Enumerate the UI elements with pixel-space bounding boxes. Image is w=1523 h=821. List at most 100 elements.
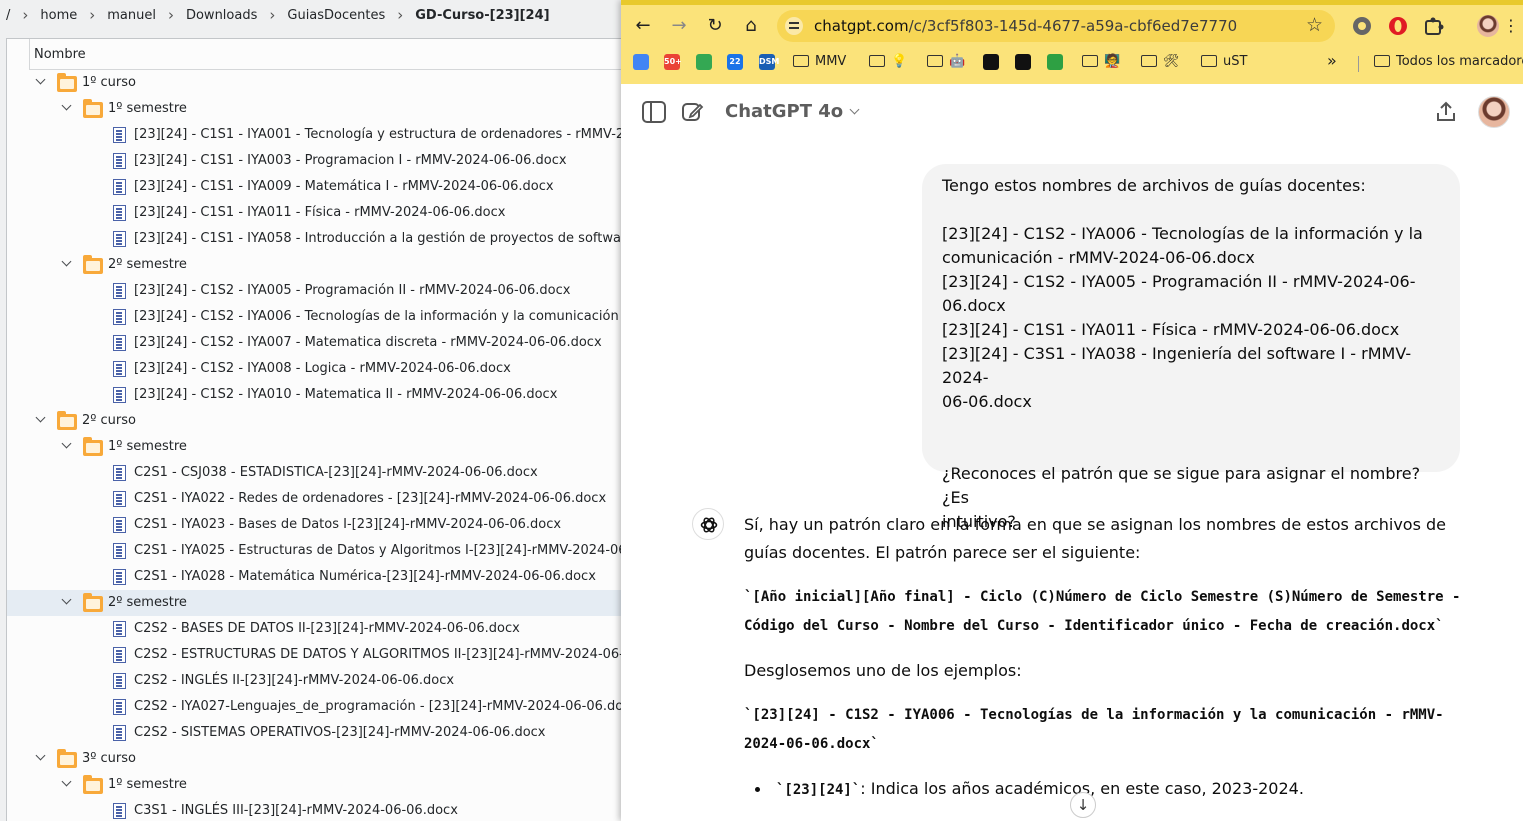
assistant-message: Sí, hay un patrón claro en la forma en q…: [744, 511, 1469, 804]
breadcrumb-home[interactable]: home: [34, 8, 83, 23]
model-selector[interactable]: ChatGPT 4o: [725, 101, 860, 122]
bookmark-calendar[interactable]: 22: [727, 54, 749, 74]
document-icon: [113, 153, 126, 169]
folder-label: 1º semestre: [108, 439, 187, 454]
bookmark-drive[interactable]: [696, 54, 718, 74]
more-menu-icon[interactable]: ⋮: [1503, 14, 1519, 38]
bookmark-folder[interactable]: 🤖: [927, 54, 965, 74]
tree-file-row[interactable]: [23][24] - C1S1 - IYA003 - Programacion …: [7, 148, 647, 174]
screen: / › home › manuel › Downloads › GuiasDoc…: [0, 0, 1523, 821]
bookmark-gmail[interactable]: 50+: [664, 54, 686, 74]
forward-arrow-icon[interactable]: →: [667, 14, 691, 38]
breadcrumb-manuel[interactable]: manuel: [101, 8, 162, 23]
extensions-puzzle-icon[interactable]: [1423, 15, 1445, 37]
file-label: [23][24] - C1S2 - IYA010 - Matematica II…: [134, 387, 558, 402]
tree-file-row[interactable]: C2S1 - IYA022 - Redes de ordenadores - […: [7, 486, 647, 512]
document-icon: [113, 647, 126, 663]
tree-folder-row[interactable]: 2º semestre: [7, 590, 647, 616]
home-icon[interactable]: ⌂: [739, 14, 763, 38]
tree-file-row[interactable]: [23][24] - C1S2 - IYA010 - Matematica II…: [7, 382, 647, 408]
user-message-line: [23][24] - C1S2 - IYA006 - Tecnologías d…: [942, 224, 1423, 243]
document-icon: [113, 517, 126, 533]
tree-file-row[interactable]: [23][24] - C1S2 - IYA008 - Logica - rMMV…: [7, 356, 647, 382]
bookmark-google[interactable]: [633, 54, 655, 74]
bookmark-folder[interactable]: 💡: [869, 54, 907, 74]
bookmark-github-green[interactable]: [1047, 54, 1069, 74]
breadcrumb-root[interactable]: /: [0, 8, 16, 23]
folder-icon: [869, 54, 885, 67]
bookmark-folder[interactable]: 🧑‍🏫: [1082, 54, 1120, 74]
extension-opera-icon[interactable]: [1387, 15, 1409, 37]
all-bookmarks-folder[interactable]: Todos los marcadores: [1374, 54, 1523, 74]
bookmark-github[interactable]: [1015, 54, 1037, 74]
tree-file-row[interactable]: C2S2 - ESTRUCTURAS DE DATOS Y ALGORITMOS…: [7, 642, 676, 668]
bookmark-folder[interactable]: uST: [1201, 54, 1247, 74]
bookmark-folder[interactable]: 🛠: [1141, 54, 1180, 74]
tree-file-row[interactable]: [23][24] - C1S1 - IYA009 - Matemática I …: [7, 174, 647, 200]
tree-file-row[interactable]: C2S2 - SISTEMAS OPERATIVOS-[23][24]-rMMV…: [7, 720, 647, 746]
bookmark-star-icon[interactable]: ☆: [1306, 14, 1323, 36]
file-label: [23][24] - C1S2 - IYA007 - Matematica di…: [134, 335, 602, 350]
tree-file-row[interactable]: C2S2 - IYA027-Lenguajes_de_programación …: [7, 694, 647, 720]
profile-avatar-icon[interactable]: [1477, 15, 1499, 37]
extension-gear-icon[interactable]: [1351, 15, 1373, 37]
back-arrow-icon[interactable]: ←: [631, 14, 655, 38]
tree-file-row[interactable]: [23][24] - C1S1 - IYA001 - Tecnología y …: [7, 122, 727, 148]
user-avatar[interactable]: [1478, 96, 1510, 128]
sidebar-toggle-icon[interactable]: [642, 101, 666, 123]
tree-folder-row[interactable]: 1º semestre: [7, 434, 647, 460]
tree-file-row[interactable]: C3S1 - INGLÉS III-[23][24]-rMMV-2024-06-…: [7, 798, 647, 821]
bookmark-github[interactable]: [983, 54, 1005, 74]
chevron-down-icon[interactable]: [35, 752, 47, 764]
chevron-down-icon[interactable]: [61, 258, 73, 270]
breadcrumb-guiasdocentes[interactable]: GuiasDocentes: [281, 8, 391, 23]
tree-folder-row[interactable]: 1º semestre: [7, 96, 647, 122]
address-bar[interactable]: chatgpt.com/c/3cf5f803-145d-4677-a59a-cb…: [777, 10, 1335, 42]
folder-icon: [793, 54, 809, 67]
tree-file-row[interactable]: [23][24] - C1S2 - IYA005 - Programación …: [7, 278, 647, 304]
document-icon: [113, 387, 126, 403]
folder-icon: [83, 593, 103, 612]
column-header-name[interactable]: Nombre: [29, 39, 649, 70]
tree-file-row[interactable]: C2S2 - BASES DE DATOS II-[23][24]-rMMV-2…: [7, 616, 647, 642]
bookmark-folder[interactable]: MMV: [793, 54, 846, 74]
chevron-down-icon[interactable]: [35, 76, 47, 88]
tree-file-row[interactable]: C2S1 - CSJ038 - ESTADISTICA-[23][24]-rMM…: [7, 460, 647, 486]
url-text[interactable]: chatgpt.com/c/3cf5f803-145d-4677-a59a-cb…: [814, 17, 1237, 35]
share-icon[interactable]: [1434, 101, 1458, 123]
tree-file-row[interactable]: [23][24] - C1S1 - IYA011 - Física - rMMV…: [7, 200, 647, 226]
site-info-icon[interactable]: [785, 17, 803, 35]
file-label: [23][24] - C1S1 - IYA009 - Matemática I …: [134, 179, 554, 194]
tree-folder-row[interactable]: 1º semestre: [7, 772, 647, 798]
reload-icon[interactable]: ↻: [703, 14, 727, 38]
tree-folder-row[interactable]: 1º curso: [7, 70, 647, 96]
tree-file-row[interactable]: C2S2 - INGLÉS II-[23][24]-rMMV-2024-06-0…: [7, 668, 647, 694]
tree-file-row[interactable]: C2S1 - IYA025 - Estructuras de Datos y A…: [7, 538, 683, 564]
tree-file-row[interactable]: [23][24] - C1S2 - IYA006 - Tecnologías d…: [7, 304, 783, 330]
document-icon: [113, 361, 126, 377]
breadcrumb-downloads[interactable]: Downloads: [180, 8, 263, 23]
tree-folder-row[interactable]: 3º curso: [7, 746, 647, 772]
tree-file-row[interactable]: C2S1 - IYA028 - Matemática Numérica-[23]…: [7, 564, 647, 590]
bookmark-dsm[interactable]: DSM: [759, 54, 781, 74]
breadcrumb-current[interactable]: GD-Curso-[23][24]: [409, 8, 555, 23]
scroll-down-arrow-icon[interactable]: ↓: [1070, 792, 1096, 818]
folder-label: 1º semestre: [108, 777, 187, 792]
file-label: [23][24] - C1S2 - IYA008 - Logica - rMMV…: [134, 361, 511, 376]
new-chat-icon[interactable]: [681, 101, 705, 123]
tree-file-row[interactable]: [23][24] - C1S1 - IYA058 - Introducción …: [7, 226, 798, 252]
file-label: C2S2 - INGLÉS II-[23][24]-rMMV-2024-06-0…: [134, 673, 455, 688]
tree-file-row[interactable]: C2S1 - IYA023 - Bases de Datos I-[23][24…: [7, 512, 647, 538]
tree-file-row[interactable]: [23][24] - C1S2 - IYA007 - Matematica di…: [7, 330, 647, 356]
tree-folder-row[interactable]: 2º curso: [7, 408, 647, 434]
chevron-down-icon[interactable]: [61, 778, 73, 790]
chevron-down-icon[interactable]: [61, 102, 73, 114]
dsm-icon: DSM: [759, 54, 779, 70]
chevron-down-icon[interactable]: [61, 440, 73, 452]
chevron-down-icon[interactable]: [35, 414, 47, 426]
document-icon: [113, 465, 126, 481]
bookmarks-overflow-icon[interactable]: »: [1327, 51, 1337, 71]
folder-icon: [57, 73, 77, 92]
tree-folder-row[interactable]: 2º semestre: [7, 252, 647, 278]
chevron-down-icon[interactable]: [61, 596, 73, 608]
